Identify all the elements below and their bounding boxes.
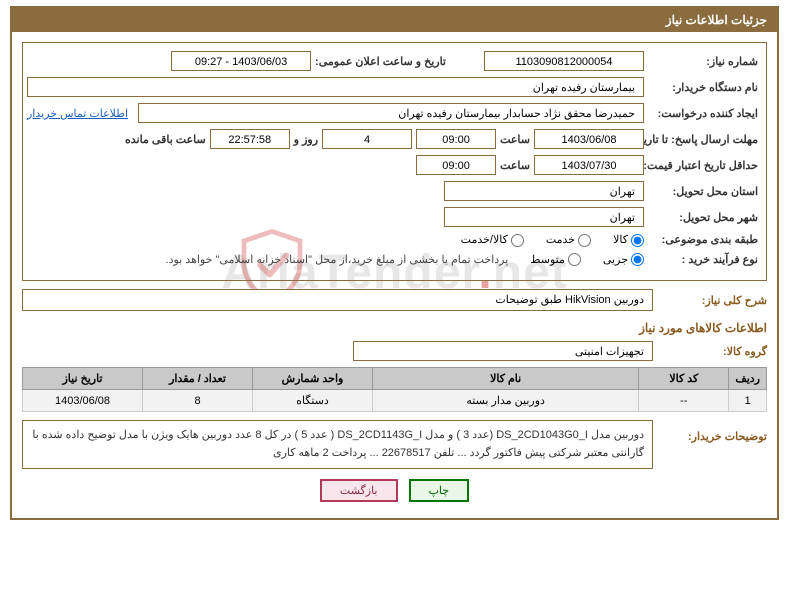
goods-section-title: اطلاعات کالاهای مورد نیاز <box>22 321 767 335</box>
cell-qty: 8 <box>143 390 253 412</box>
reply-date-value: 1403/06/08 <box>534 129 644 149</box>
radio-minor-input[interactable] <box>631 253 644 266</box>
radio-service[interactable]: خدمت <box>546 233 591 247</box>
panel-title: جزئیات اطلاعات نیاز <box>666 13 767 27</box>
buyer-org-label: نام دستگاه خریدار: <box>648 81 758 94</box>
table-header-row: ردیف کد کالا نام کالا واحد شمارش تعداد /… <box>23 368 767 390</box>
panel-header: جزئیات اطلاعات نیاز <box>12 8 777 32</box>
radio-goods-input[interactable] <box>631 234 644 247</box>
back-button[interactable]: بازگشت <box>320 479 398 502</box>
buyer-desc-value: دوربین مدل DS_2CD1043G0_I (عدد 3 ) و مدل… <box>22 420 653 469</box>
requester-value: حمیدرضا محقق نژاد حسابدار بیمارستان رفید… <box>138 103 644 123</box>
requester-label: ایجاد کننده درخواست: <box>648 107 758 120</box>
validity-label: حداقل تاریخ اعتبار قیمت: تا تاریخ: <box>648 159 758 172</box>
summary-label: شرح کلی نیاز: <box>657 294 767 307</box>
reply-time-value: 09:00 <box>416 129 496 149</box>
radio-medium[interactable]: متوسط <box>530 253 581 267</box>
buyer-contact-link[interactable]: اطلاعات تماس خریدار <box>27 107 128 120</box>
th-row: ردیف <box>729 368 767 390</box>
table-row: 1 -- دوربین مدار بسته دستگاه 8 1403/06/0… <box>23 390 767 412</box>
group-label: گروه کالا: <box>657 345 767 358</box>
goods-table: ردیف کد کالا نام کالا واحد شمارش تعداد /… <box>22 367 767 412</box>
buyer-desc-label: توضیحات خریدار: <box>657 420 767 443</box>
process-label: نوع فرآیند خرید : <box>648 253 758 266</box>
radio-medium-input[interactable] <box>568 253 581 266</box>
radio-minor[interactable]: جزیی <box>603 253 644 267</box>
buyer-org-value: بیمارستان رفیده تهران <box>27 77 644 97</box>
validity-time-value: 09:00 <box>416 155 496 175</box>
city-label: شهر محل تحویل: <box>648 211 758 224</box>
info-panel: شماره نیاز: 1103090812000054 تاریخ و ساع… <box>22 42 767 281</box>
radio-service-input[interactable] <box>578 234 591 247</box>
th-unit: واحد شمارش <box>253 368 373 390</box>
remaining-label: ساعت باقی مانده <box>125 133 206 146</box>
need-no-label: شماره نیاز: <box>648 55 758 68</box>
cell-row: 1 <box>729 390 767 412</box>
city-value: تهران <box>444 207 644 227</box>
th-name: نام کالا <box>373 368 639 390</box>
th-date: تاریخ نیاز <box>23 368 143 390</box>
announce-value: 1403/06/03 - 09:27 <box>171 51 311 71</box>
th-qty: تعداد / مقدار <box>143 368 253 390</box>
radio-goods[interactable]: کالا <box>613 233 644 247</box>
need-no-value: 1103090812000054 <box>484 51 644 71</box>
category-label: طبقه بندی موضوعی: <box>648 233 758 246</box>
cell-code: -- <box>639 390 729 412</box>
province-label: استان محل تحویل: <box>648 185 758 198</box>
days-and-label: روز و <box>294 133 318 146</box>
radio-goods-service[interactable]: کالا/خدمت <box>461 233 524 247</box>
group-value: تجهیزات امنیتی <box>353 341 653 361</box>
countdown-value: 22:57:58 <box>210 129 290 149</box>
cell-name: دوربین مدار بسته <box>373 390 639 412</box>
announce-label: تاریخ و ساعت اعلان عمومی: <box>315 55 446 68</box>
cell-unit: دستگاه <box>253 390 373 412</box>
time-label-2: ساعت <box>500 159 530 172</box>
province-value: تهران <box>444 181 644 201</box>
cell-date: 1403/06/08 <box>23 390 143 412</box>
th-code: کد کالا <box>639 368 729 390</box>
time-label-1: ساعت <box>500 133 530 146</box>
days-value: 4 <box>322 129 412 149</box>
summary-value: دوربین HikVision طبق توضیحات <box>22 289 653 311</box>
validity-date-value: 1403/07/30 <box>534 155 644 175</box>
reply-deadline-label: مهلت ارسال پاسخ: تا تاریخ: <box>648 133 758 146</box>
radio-goods-service-input[interactable] <box>511 234 524 247</box>
process-note: پرداخت تمام یا بخشی از مبلغ خرید،از محل … <box>166 253 509 266</box>
print-button[interactable]: چاپ <box>409 479 470 502</box>
